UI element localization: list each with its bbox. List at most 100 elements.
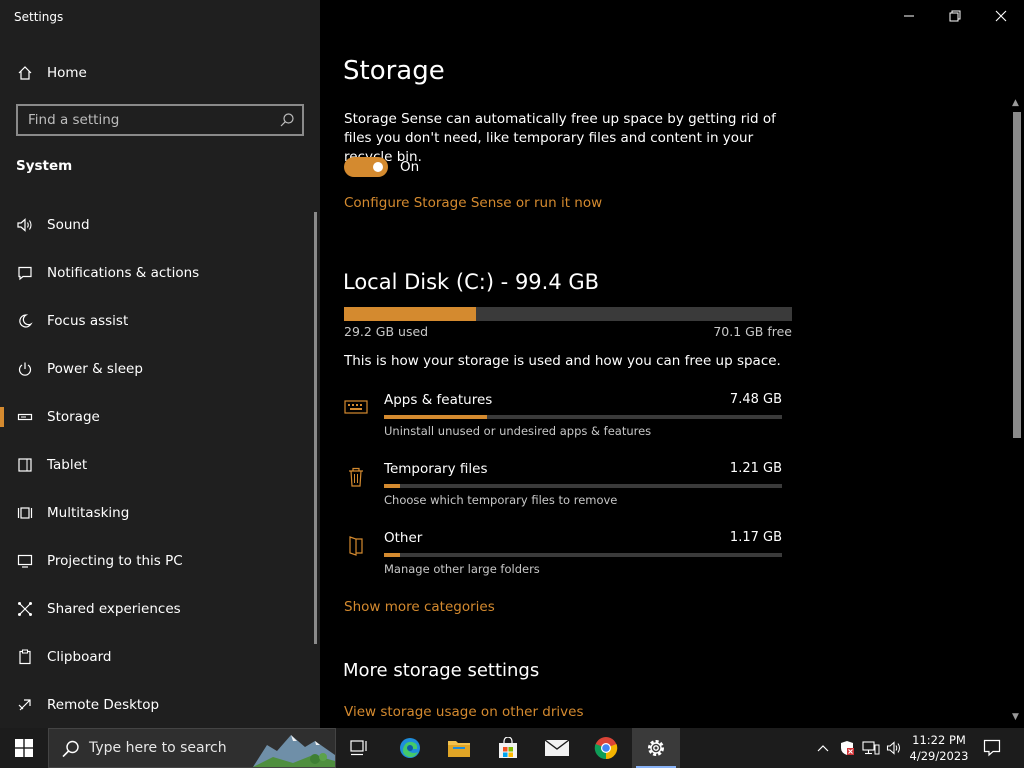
settings-gear-icon bbox=[648, 740, 664, 756]
category-usage-fill bbox=[384, 553, 400, 557]
tray-network[interactable] bbox=[860, 728, 882, 768]
action-center-button[interactable] bbox=[978, 728, 1006, 768]
apps-keyboard-icon bbox=[344, 396, 368, 418]
power-icon bbox=[16, 360, 34, 378]
taskbar-search-placeholder: Type here to search bbox=[89, 740, 227, 756]
sidebar-item-multitasking[interactable]: Multitasking bbox=[0, 493, 320, 533]
sidebar-item-label: Multitasking bbox=[47, 505, 130, 521]
restore-button[interactable] bbox=[932, 0, 978, 32]
windows-logo-icon bbox=[15, 739, 33, 757]
clipboard-icon bbox=[16, 648, 34, 666]
sidebar-item-label: Storage bbox=[47, 409, 100, 425]
category-description: Uninstall unused or undesired apps & fea… bbox=[384, 424, 652, 438]
page-title: Storage bbox=[343, 56, 445, 86]
taskbar-task-view[interactable] bbox=[336, 728, 384, 768]
disk-used-label: 29.2 GB used bbox=[344, 324, 429, 339]
sidebar-scrollbar[interactable] bbox=[314, 212, 317, 644]
tray-volume[interactable] bbox=[884, 728, 904, 768]
category-other[interactable]: Other 1.17 GB Manage other large folders bbox=[344, 530, 784, 592]
storage-sense-toggle[interactable] bbox=[344, 157, 388, 177]
sidebar-item-sound[interactable]: Sound bbox=[0, 205, 320, 245]
sidebar-item-home[interactable]: Home bbox=[0, 53, 320, 93]
category-size: 7.48 GB bbox=[729, 392, 782, 407]
scrollbar-thumb[interactable] bbox=[1013, 112, 1021, 438]
configure-storage-sense-link[interactable]: Configure Storage Sense or run it now bbox=[344, 195, 602, 211]
main-scrollbar[interactable]: ▲ ▼ bbox=[1008, 96, 1024, 728]
file-explorer-icon bbox=[448, 741, 470, 757]
category-apps-features[interactable]: Apps & features 7.48 GB Uninstall unused… bbox=[344, 392, 784, 454]
store-icon bbox=[499, 737, 517, 758]
close-icon bbox=[995, 10, 1007, 22]
sidebar-item-clipboard[interactable]: Clipboard bbox=[0, 637, 320, 677]
taskbar-settings[interactable] bbox=[632, 728, 680, 768]
tablet-icon bbox=[16, 456, 34, 474]
sidebar-item-focus-assist[interactable]: Focus assist bbox=[0, 301, 320, 341]
category-usage-bar bbox=[384, 553, 782, 557]
category-usage-bar bbox=[384, 415, 782, 419]
show-more-categories-link[interactable]: Show more categories bbox=[344, 599, 495, 615]
sidebar-item-shared-experiences[interactable]: Shared experiences bbox=[0, 589, 320, 629]
sidebar-item-power-sleep[interactable]: Power & sleep bbox=[0, 349, 320, 389]
chevron-up-icon bbox=[817, 745, 829, 752]
folder-icon bbox=[344, 534, 368, 556]
taskbar-clock[interactable]: 11:22 PM 4/29/2023 bbox=[904, 732, 974, 764]
category-usage-fill bbox=[384, 484, 400, 488]
taskbar-mail[interactable] bbox=[533, 728, 581, 768]
scroll-down-arrow-icon[interactable]: ▼ bbox=[1012, 712, 1019, 722]
home-icon bbox=[16, 64, 34, 82]
sidebar-item-remote-desktop[interactable]: Remote Desktop bbox=[0, 685, 320, 725]
search-icon bbox=[279, 112, 295, 128]
mail-icon bbox=[544, 739, 570, 756]
sidebar-item-label: Shared experiences bbox=[47, 601, 181, 617]
taskbar-file-explorer[interactable] bbox=[435, 728, 483, 768]
tray-security[interactable] bbox=[836, 728, 858, 768]
toggle-knob bbox=[373, 162, 383, 172]
category-description: Manage other large folders bbox=[384, 562, 540, 576]
sidebar-item-label: Focus assist bbox=[47, 313, 129, 329]
disk-free-label: 70.1 GB free bbox=[713, 324, 792, 339]
sidebar-item-label: Projecting to this PC bbox=[47, 553, 183, 569]
section-title: System bbox=[16, 158, 73, 174]
disk-title: Local Disk (C:) - 99.4 GB bbox=[343, 270, 600, 294]
category-size: 1.17 GB bbox=[729, 530, 782, 545]
category-name: Other bbox=[384, 530, 423, 546]
scroll-up-arrow-icon[interactable]: ▲ bbox=[1012, 98, 1019, 108]
sidebar-item-tablet[interactable]: Tablet bbox=[0, 445, 320, 485]
moon-icon bbox=[16, 312, 34, 330]
taskbar-store[interactable] bbox=[484, 728, 532, 768]
network-icon bbox=[862, 741, 880, 755]
taskbar-chrome[interactable] bbox=[582, 728, 630, 768]
category-name: Apps & features bbox=[384, 392, 493, 408]
sidebar-item-projecting[interactable]: Projecting to this PC bbox=[0, 541, 320, 581]
category-description: Choose which temporary files to remove bbox=[384, 493, 618, 507]
drive-icon bbox=[16, 408, 34, 426]
category-usage-bar bbox=[384, 484, 782, 488]
search-highlight-scene-icon bbox=[253, 729, 335, 767]
message-icon bbox=[16, 264, 34, 282]
toggle-state-label: On bbox=[400, 159, 420, 175]
sidebar-item-storage[interactable]: Storage bbox=[0, 397, 320, 437]
close-button[interactable] bbox=[978, 0, 1024, 32]
search-icon bbox=[61, 739, 81, 759]
taskbar: Type here to search 11:22 PM 4/29/2023 bbox=[0, 728, 1024, 768]
sidebar-item-label: Clipboard bbox=[47, 649, 112, 665]
category-size: 1.21 GB bbox=[729, 461, 782, 476]
sidebar-item-notifications[interactable]: Notifications & actions bbox=[0, 253, 320, 293]
projector-icon bbox=[16, 552, 34, 570]
view-storage-other-drives-link[interactable]: View storage usage on other drives bbox=[344, 704, 584, 720]
sidebar-item-label: Notifications & actions bbox=[47, 265, 200, 281]
edge-icon bbox=[400, 738, 420, 758]
start-button[interactable] bbox=[0, 728, 48, 768]
search-placeholder: Find a setting bbox=[28, 112, 120, 128]
show-hidden-icons-button[interactable] bbox=[812, 728, 834, 768]
sidebar-item-label: Power & sleep bbox=[47, 361, 143, 377]
taskbar-search-box[interactable]: Type here to search bbox=[48, 728, 336, 768]
taskbar-edge[interactable] bbox=[386, 728, 434, 768]
minimize-button[interactable] bbox=[886, 0, 932, 32]
category-temporary-files[interactable]: Temporary files 1.21 GB Choose which tem… bbox=[344, 461, 784, 523]
clock-date: 4/29/2023 bbox=[909, 749, 969, 763]
find-setting-input[interactable]: Find a setting bbox=[16, 104, 304, 136]
disk-usage-bar bbox=[344, 307, 792, 321]
more-storage-settings-title: More storage settings bbox=[343, 660, 540, 681]
app-title: Settings bbox=[14, 10, 64, 24]
